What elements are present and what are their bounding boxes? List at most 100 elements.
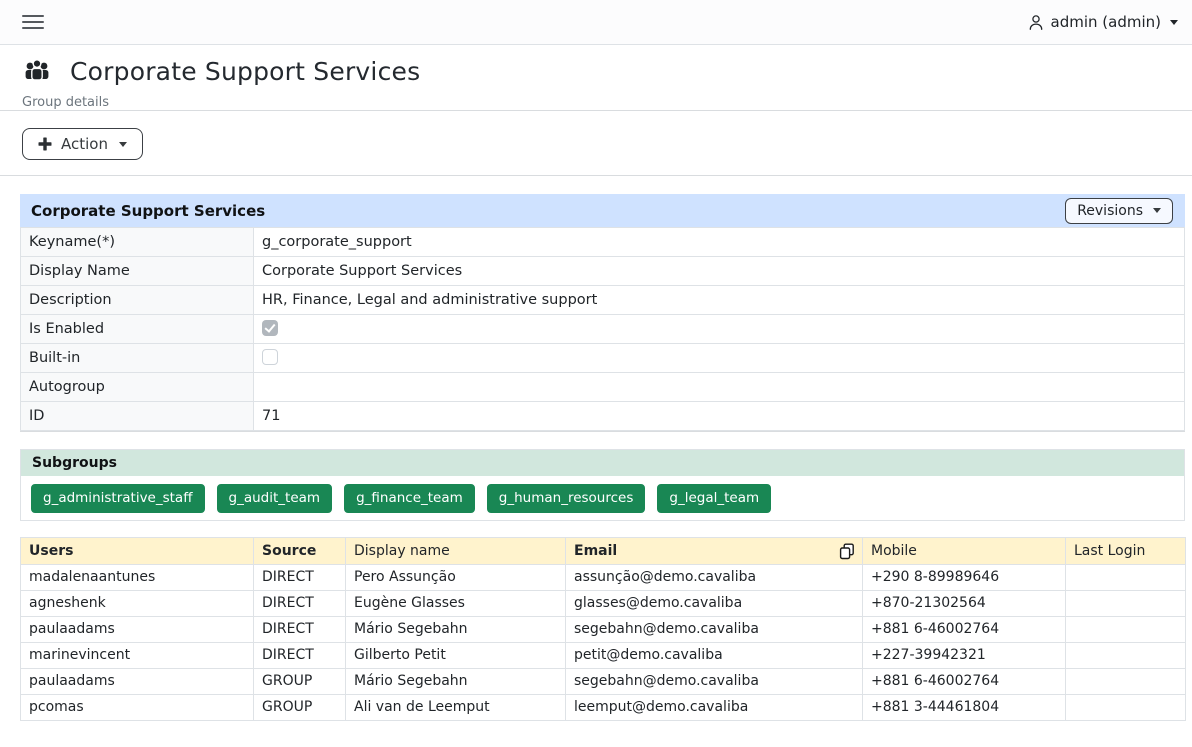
field-value: g_corporate_support: [254, 228, 1185, 257]
user-menu[interactable]: admin (admin): [1028, 13, 1178, 31]
table-cell: [1066, 564, 1186, 590]
details-panel-title: Corporate Support Services: [31, 202, 265, 220]
field-label: Keyname(*): [21, 228, 254, 257]
details-row: Keyname(*)g_corporate_support: [21, 228, 1185, 257]
table-row: marinevincentDIRECTGilberto Petitpetit@d…: [21, 642, 1186, 668]
details-row: DescriptionHR, Finance, Legal and admini…: [21, 286, 1185, 315]
details-row: Autogroup: [21, 373, 1185, 402]
subgroup-badge[interactable]: g_finance_team: [344, 484, 475, 513]
table-cell: DIRECT: [254, 590, 346, 616]
table-cell: pcomas: [21, 694, 254, 720]
column-header-last-login: Last Login: [1066, 537, 1186, 564]
subgroup-badge[interactable]: g_legal_team: [657, 484, 771, 513]
table-cell: petit@demo.cavaliba: [566, 642, 863, 668]
column-header-source: Source: [254, 537, 346, 564]
subgroups-panel-header: Subgroups: [21, 450, 1184, 476]
table-cell: +227-39942321: [863, 642, 1066, 668]
subgroup-badge[interactable]: g_human_resources: [487, 484, 646, 513]
table-cell: Gilberto Petit: [346, 642, 566, 668]
column-header-label: Last Login: [1074, 543, 1145, 559]
revisions-button-label: Revisions: [1077, 203, 1143, 219]
table-row: agneshenkDIRECTEugène Glassesglasses@dem…: [21, 590, 1186, 616]
page-header: Corporate Support Services Group details: [0, 45, 1192, 110]
field-value: [254, 315, 1185, 344]
details-row: Display NameCorporate Support Services: [21, 257, 1185, 286]
table-cell: marinevincent: [21, 642, 254, 668]
chevron-down-icon: [1170, 20, 1178, 25]
field-label: Built-in: [21, 344, 254, 373]
table-cell: segebahn@demo.cavaliba: [566, 668, 863, 694]
table-cell: [1066, 590, 1186, 616]
field-value: Corporate Support Services: [254, 257, 1185, 286]
table-row: paulaadamsGROUPMário Segebahnsegebahn@de…: [21, 668, 1186, 694]
table-cell: GROUP: [254, 668, 346, 694]
copy-icon[interactable]: [839, 543, 855, 560]
user-label: admin (admin): [1051, 13, 1161, 31]
details-row: Built-in: [21, 344, 1185, 373]
table-cell: agneshenk: [21, 590, 254, 616]
table-cell: GROUP: [254, 694, 346, 720]
column-header-label: Email: [574, 543, 617, 559]
table-cell: +881 6-46002764: [863, 616, 1066, 642]
field-label: ID: [21, 402, 254, 431]
details-row: ID71: [21, 402, 1185, 431]
action-button-label: Action: [61, 135, 108, 153]
table-cell: DIRECT: [254, 616, 346, 642]
column-header-email: Email: [566, 537, 863, 564]
topbar: admin (admin): [0, 0, 1192, 45]
table-cell: paulaadams: [21, 616, 254, 642]
table-row: paulaadamsDIRECTMário Segebahnsegebahn@d…: [21, 616, 1186, 642]
table-cell: assunção@demo.cavaliba: [566, 564, 863, 590]
page-subtitle: Group details: [22, 95, 1170, 110]
table-cell: [1066, 694, 1186, 720]
hamburger-icon[interactable]: [22, 11, 44, 33]
table-cell: segebahn@demo.cavaliba: [566, 616, 863, 642]
table-cell: [1066, 668, 1186, 694]
table-cell: +290 8-89989646: [863, 564, 1066, 590]
column-header-users: Users: [21, 537, 254, 564]
column-header-label: Users: [29, 543, 73, 559]
table-cell: paulaadams: [21, 668, 254, 694]
table-cell: madalenaantunes: [21, 564, 254, 590]
column-header-label: Source: [262, 543, 316, 559]
table-cell: DIRECT: [254, 642, 346, 668]
table-cell: +881 6-46002764: [863, 668, 1066, 694]
page-title: Corporate Support Services: [70, 57, 420, 86]
table-cell: [1066, 616, 1186, 642]
users-table: Users Source Display name Email Mobile Last L…: [20, 537, 1186, 721]
field-label: Description: [21, 286, 254, 315]
checkbox-checked: [262, 320, 278, 336]
group-details-panel: Corporate Support Services Revisions Key…: [20, 194, 1185, 431]
revisions-button[interactable]: Revisions: [1065, 198, 1173, 224]
chevron-down-icon: [119, 142, 127, 147]
table-cell: leemput@demo.cavaliba: [566, 694, 863, 720]
details-table: Keyname(*)g_corporate_supportDisplay Nam…: [20, 227, 1185, 431]
table-cell: [1066, 642, 1186, 668]
column-header-display-name: Display name: [346, 537, 566, 564]
table-cell: +870-21302564: [863, 590, 1066, 616]
field-value: [254, 344, 1185, 373]
person-icon: [1028, 14, 1044, 31]
table-row: pcomasGROUPAli van de Leemputleemput@dem…: [21, 694, 1186, 720]
table-cell: Mário Segebahn: [346, 616, 566, 642]
field-value: HR, Finance, Legal and administrative su…: [254, 286, 1185, 315]
column-header-label: Display name: [354, 543, 450, 559]
table-cell: glasses@demo.cavaliba: [566, 590, 863, 616]
action-toolbar: Action: [0, 111, 1192, 175]
subgroups-panel-title: Subgroups: [32, 455, 117, 471]
field-value: 71: [254, 402, 1185, 431]
table-row: madalenaantunesDIRECTPero Assunçãoassunç…: [21, 564, 1186, 590]
action-button[interactable]: Action: [22, 128, 143, 160]
chevron-down-icon: [1153, 208, 1161, 213]
subgroup-badge[interactable]: g_administrative_staff: [31, 484, 205, 513]
column-header-mobile: Mobile: [863, 537, 1066, 564]
table-cell: Ali van de Leemput: [346, 694, 566, 720]
subgroup-badge[interactable]: g_audit_team: [217, 484, 333, 513]
subgroups-panel: Subgroups g_administrative_staff g_audit_…: [20, 449, 1185, 521]
field-value: [254, 373, 1185, 402]
table-cell: DIRECT: [254, 564, 346, 590]
divider: [20, 431, 1185, 432]
field-label: Is Enabled: [21, 315, 254, 344]
column-header-label: Mobile: [871, 543, 917, 559]
plus-icon: [38, 137, 52, 151]
